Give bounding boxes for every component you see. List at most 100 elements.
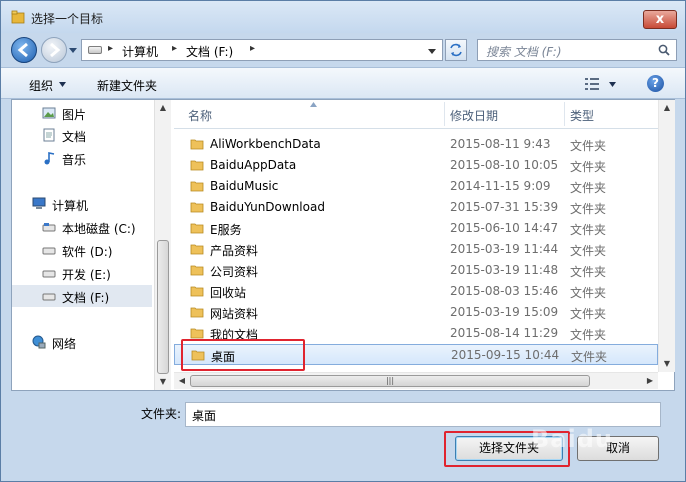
breadcrumb-computer[interactable]: 计算机 (122, 43, 158, 60)
file-modified-date: 2015-08-03 15:46 (450, 284, 559, 298)
folder-icon (190, 223, 204, 234)
file-modified-date: 2015-03-19 15:09 (450, 305, 559, 319)
close-button[interactable]: x (643, 10, 677, 29)
view-options-icon[interactable] (585, 78, 599, 90)
navigation-row: ▸ 计算机 ▸ 文档 (F:) ▸ 搜索 文档 (F:) (1, 33, 685, 65)
sidebar-item-local-disk-c[interactable]: 本地磁盘 (C:) (12, 216, 152, 238)
sidebar-item-label: 音乐 (62, 153, 87, 167)
file-name: E服务 (210, 223, 242, 237)
browser-content: 图片 文档 音乐 计算机 本地磁盘 (C:) 软件 (D:) 开发 (E:) 文… (11, 99, 675, 391)
scroll-down-arrow[interactable]: ▼ (155, 374, 171, 390)
folder-icon (190, 160, 204, 171)
sidebar-item-label: 计算机 (52, 199, 89, 213)
file-row[interactable]: BaiduYunDownload 2015-07-31 15:39 文件夹 (174, 197, 658, 218)
sidebar-item-drive-d[interactable]: 软件 (D:) (12, 239, 152, 261)
refresh-button[interactable] (445, 39, 467, 61)
file-modified-date: 2014-11-15 9:09 (450, 179, 551, 193)
back-button[interactable] (11, 37, 37, 63)
column-header-type[interactable]: 类型 (570, 107, 594, 124)
sidebar-item-label: 本地磁盘 (C:) (62, 222, 136, 236)
file-type: 文件夹 (571, 350, 608, 364)
sidebar-item-label: 软件 (D:) (62, 245, 113, 259)
file-name: BaiduMusic (210, 179, 279, 193)
breadcrumb-drive-f[interactable]: 文档 (F:) (186, 43, 233, 60)
sidebar-item-documents[interactable]: 文档 (12, 124, 152, 146)
forward-button[interactable] (41, 37, 67, 63)
sidebar-item-drive-e[interactable]: 开发 (E:) (12, 262, 152, 284)
scroll-right-arrow[interactable]: ▶ (642, 373, 658, 389)
folder-icon (190, 202, 204, 213)
breadcrumb-separator[interactable]: ▸ (108, 43, 113, 54)
sidebar-item-computer[interactable]: 计算机 (12, 193, 152, 215)
scroll-down-arrow[interactable]: ▼ (659, 356, 675, 372)
file-modified-date: 2015-09-15 10:44 (451, 348, 560, 362)
scrollbar-thumb[interactable] (157, 240, 169, 374)
column-divider[interactable] (564, 102, 565, 126)
file-name: BaiduAppData (210, 158, 297, 172)
drive-icon (42, 270, 56, 278)
sidebar-item-music[interactable]: 音乐 (12, 147, 152, 169)
history-dropdown-icon[interactable] (69, 46, 77, 54)
scrollbar-thumb[interactable]: ||| (190, 375, 590, 387)
scroll-up-arrow[interactable]: ▲ (155, 100, 171, 116)
view-dropdown-icon[interactable] (609, 82, 616, 87)
drive-icon (88, 46, 102, 54)
help-button[interactable]: ? (647, 75, 664, 92)
sidebar-item-pictures[interactable]: 图片 (12, 102, 152, 124)
sidebar-item-drive-f[interactable]: 文档 (F:) (12, 285, 152, 307)
drive-icon (42, 293, 56, 301)
search-icon[interactable] (658, 44, 670, 56)
file-row[interactable]: 产品资料 2015-03-19 11:44 文件夹 (174, 239, 658, 260)
address-dropdown-icon[interactable] (428, 47, 436, 55)
organize-menu-button[interactable]: 组织 (29, 77, 53, 94)
folder-icon (190, 307, 204, 318)
file-row[interactable]: 回收站 2015-08-03 15:46 文件夹 (174, 281, 658, 302)
music-icon (44, 152, 55, 165)
computer-icon (32, 197, 46, 209)
documents-icon (43, 128, 55, 142)
file-name: 回收站 (210, 286, 247, 300)
file-row[interactable]: E服务 2015-06-10 14:47 文件夹 (174, 218, 658, 239)
file-type: 文件夹 (570, 244, 607, 258)
search-input[interactable]: 搜索 文档 (F:) (486, 43, 562, 60)
folder-app-icon (11, 10, 25, 24)
column-header-row: 名称 修改日期 类型 (174, 100, 658, 129)
scroll-left-arrow[interactable]: ◀ (174, 373, 190, 389)
file-name: 产品资料 (210, 244, 259, 258)
folder-icon (190, 139, 204, 150)
breadcrumb-separator[interactable]: ▸ (250, 43, 255, 54)
sidebar-item-label: 图片 (62, 108, 87, 122)
file-modified-date: 2015-03-19 11:48 (450, 263, 559, 277)
watermark: Baidu (531, 425, 613, 453)
folder-icon (190, 181, 204, 192)
navigation-scrollbar[interactable]: ▲ ▼ (154, 100, 171, 390)
search-box[interactable]: 搜索 文档 (F:) (477, 39, 677, 61)
file-row[interactable]: BaiduAppData 2015-08-10 10:05 文件夹 (174, 155, 658, 176)
file-type: 文件夹 (570, 328, 607, 342)
new-folder-button[interactable]: 新建文件夹 (97, 77, 157, 94)
file-modified-date: 2015-08-11 9:43 (450, 137, 551, 151)
chevron-down-icon[interactable] (59, 82, 66, 87)
list-vertical-scrollbar[interactable]: ▲ ▼ (658, 100, 675, 372)
file-row[interactable]: AliWorkbenchData 2015-08-11 9:43 文件夹 (174, 134, 658, 155)
address-bar[interactable]: ▸ 计算机 ▸ 文档 (F:) ▸ (81, 39, 443, 61)
folder-name-input[interactable]: 桌面 (185, 402, 661, 427)
sidebar-item-network[interactable]: 网络 (12, 331, 152, 353)
scroll-up-arrow[interactable]: ▲ (659, 100, 675, 116)
file-name: AliWorkbenchData (210, 137, 321, 151)
breadcrumb-separator[interactable]: ▸ (172, 43, 177, 54)
list-horizontal-scrollbar[interactable]: ◀ ||| ▶ (174, 372, 658, 389)
file-modified-date: 2015-07-31 15:39 (450, 200, 559, 214)
file-row[interactable]: 公司资料 2015-03-19 11:48 文件夹 (174, 260, 658, 281)
folder-icon (190, 286, 204, 297)
file-name: BaiduYunDownload (210, 200, 325, 214)
file-modified-date: 2015-03-19 11:44 (450, 242, 559, 256)
column-divider[interactable] (444, 102, 445, 126)
file-row[interactable]: 网站资料 2015-03-19 15:09 文件夹 (174, 302, 658, 323)
title-bar[interactable]: 选择一个目标 x (1, 1, 685, 33)
file-row[interactable]: BaiduMusic 2014-11-15 9:09 文件夹 (174, 176, 658, 197)
file-modified-date: 2015-08-10 10:05 (450, 158, 559, 172)
file-type: 文件夹 (570, 265, 607, 279)
column-header-date[interactable]: 修改日期 (450, 107, 498, 124)
column-header-name[interactable]: 名称 (188, 107, 212, 124)
